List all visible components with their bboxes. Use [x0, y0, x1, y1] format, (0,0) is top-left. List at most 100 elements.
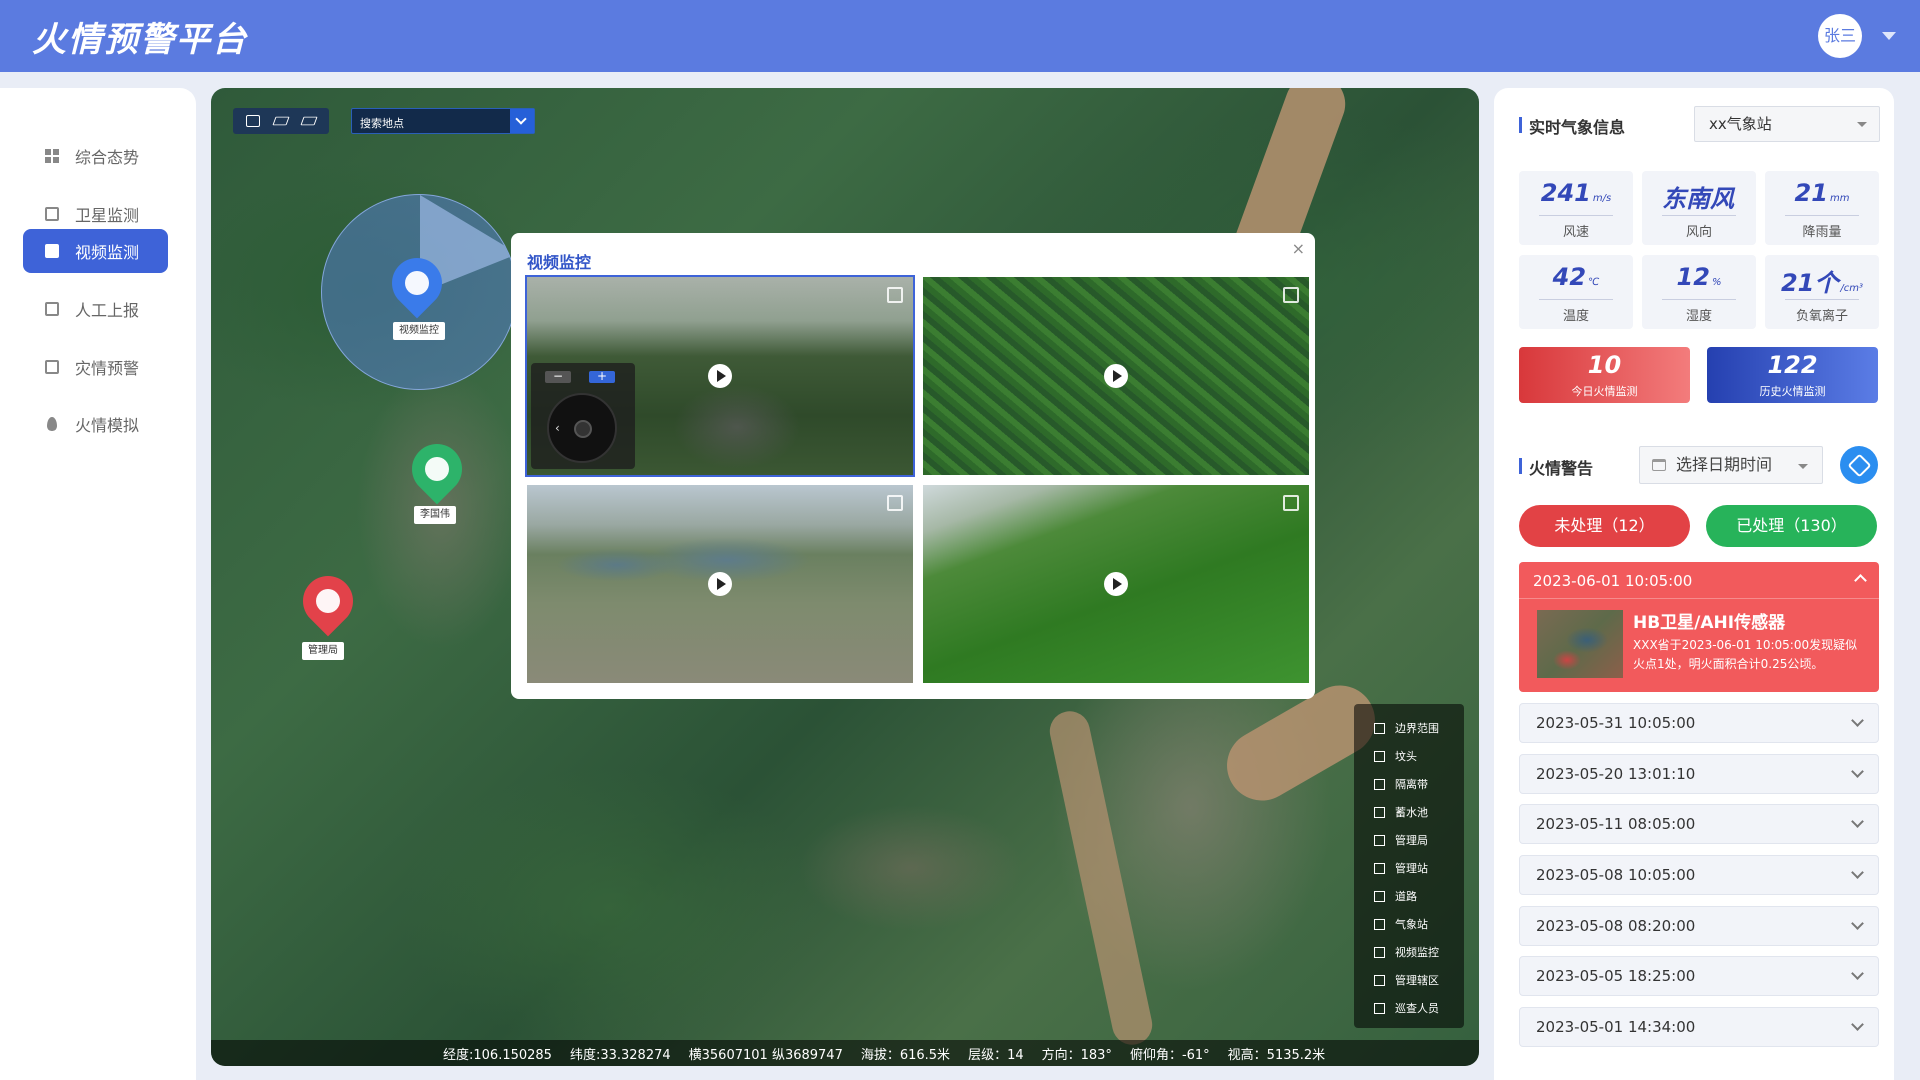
satellite-icon: [45, 207, 59, 221]
clear-filter-button[interactable]: [1840, 446, 1878, 484]
unprocessed-tab[interactable]: 未处理（12）: [1519, 505, 1690, 547]
image-icon[interactable]: [246, 115, 260, 127]
chevron-down-icon: [1851, 1018, 1864, 1031]
station-select-value: xx气象站: [1709, 115, 1772, 133]
chevron-down-icon: [1851, 917, 1864, 930]
search-input[interactable]: 搜索地点: [351, 108, 535, 134]
map-status-bar: 经度:106.150285 纬度:33.328274 横35607101 纵36…: [211, 1040, 1479, 1066]
checkbox[interactable]: [1374, 918, 1385, 930]
alert-item[interactable]: 2023-05-08 08:20:00: [1519, 906, 1879, 946]
chevron-down-icon: [1851, 967, 1864, 980]
zoom-in-button[interactable]: +: [589, 370, 615, 383]
fullscreen-icon[interactable]: [887, 495, 903, 511]
video-icon: [45, 244, 59, 258]
alert-item[interactable]: 2023-05-31 10:05:00: [1519, 703, 1879, 743]
chevron-up-icon[interactable]: [1854, 574, 1867, 587]
checkbox[interactable]: [1374, 778, 1385, 790]
station-select[interactable]: xx气象站: [1694, 106, 1880, 142]
checkbox[interactable]: [1374, 722, 1385, 734]
alert-item[interactable]: 2023-05-08 10:05:00: [1519, 855, 1879, 895]
sidebar-item-video[interactable]: 视频监测: [23, 229, 168, 273]
marker-admin-bureau[interactable]: [292, 565, 364, 637]
status-sight-height: 视高：5135.2米: [1227, 1047, 1326, 1063]
camera-feed-1[interactable]: − + ‹: [525, 275, 915, 477]
zoom-out-button[interactable]: −: [545, 370, 571, 383]
play-icon[interactable]: [708, 364, 732, 388]
fullscreen-icon[interactable]: [1283, 495, 1299, 511]
map-toolbar: [233, 108, 329, 134]
metric-wind-direction: 东南风 风向: [1642, 171, 1756, 245]
stack-icon[interactable]: [300, 116, 318, 126]
legend-item[interactable]: 管理辖区: [1354, 966, 1464, 994]
alert-item[interactable]: 2023-05-01 14:34:00: [1519, 1007, 1879, 1047]
app-header: 火情预警平台 张三: [0, 0, 1920, 72]
legend-item[interactable]: 坟头: [1354, 742, 1464, 770]
camera-feed-3[interactable]: [527, 485, 913, 683]
metric-negative-ions: 21个/cm³ 负氧离子: [1765, 255, 1879, 329]
marker-label: 视频监控: [393, 322, 445, 340]
play-icon[interactable]: [708, 572, 732, 596]
alert-item[interactable]: 2023-05-11 08:05:00: [1519, 804, 1879, 844]
legend-item[interactable]: 巡查人员: [1354, 994, 1464, 1022]
legend-item[interactable]: 管理局: [1354, 826, 1464, 854]
checkbox[interactable]: [1374, 834, 1385, 846]
status-pitch: 俯仰角：-61°: [1129, 1047, 1210, 1063]
play-icon[interactable]: [1104, 572, 1128, 596]
sidebar-item-disaster-warning[interactable]: 灾情预警: [23, 345, 168, 389]
metric-humidity: 12% 湿度: [1642, 255, 1756, 329]
play-icon[interactable]: [1104, 364, 1128, 388]
fullscreen-icon[interactable]: [887, 287, 903, 303]
chevron-down-icon[interactable]: [510, 109, 534, 133]
camera-feed-4[interactable]: [923, 485, 1309, 683]
report-icon: [45, 302, 59, 316]
date-time-picker[interactable]: 选择日期时间: [1639, 446, 1823, 484]
chevron-left-icon[interactable]: ‹: [555, 421, 560, 435]
alert-item[interactable]: 2023-05-20 13:01:10: [1519, 754, 1879, 794]
layers-icon[interactable]: [272, 116, 290, 126]
map-view[interactable]: 搜索地点 视频监控 李国伟 管理局 视频监控 × − + ‹ 边界范围 坟头 隔…: [211, 88, 1479, 1066]
fullscreen-icon[interactable]: [1283, 287, 1299, 303]
legend-item[interactable]: 隔离带: [1354, 770, 1464, 798]
today-fire-count-card[interactable]: 10 今日火情监测: [1519, 347, 1690, 403]
sidebar-item-fire-simulation[interactable]: 火情模拟: [23, 402, 168, 446]
checkbox[interactable]: [1374, 1002, 1385, 1014]
camera-feed-2[interactable]: [923, 277, 1309, 475]
weather-section-title: 实时气象信息: [1519, 114, 1625, 138]
legend-item[interactable]: 管理站: [1354, 854, 1464, 882]
marker-label: 管理局: [302, 642, 344, 660]
joystick-center[interactable]: [574, 420, 592, 438]
alert-item[interactable]: 2023-05-05 18:25:00: [1519, 956, 1879, 996]
history-fire-count-card[interactable]: 122 历史火情监测: [1707, 347, 1878, 403]
alert-time: 2023-06-01 10:05:00: [1533, 572, 1693, 590]
ptz-joystick[interactable]: ‹: [547, 393, 617, 463]
sidebar-item-label: 灾情预警: [75, 359, 140, 378]
checkbox[interactable]: [1374, 862, 1385, 874]
close-icon[interactable]: ×: [1292, 239, 1305, 258]
legend-item[interactable]: 蓄水池: [1354, 798, 1464, 826]
sidebar: 综合态势 卫星监测 视频监测 人工上报 灾情预警 火情模拟: [0, 88, 196, 1080]
checkbox[interactable]: [1374, 946, 1385, 958]
processed-tab[interactable]: 已处理（130）: [1706, 505, 1877, 547]
sidebar-item-manual-report[interactable]: 人工上报: [23, 287, 168, 331]
satellite-thumbnail[interactable]: [1537, 610, 1623, 678]
sidebar-item-overview[interactable]: 综合态势: [23, 134, 168, 178]
checkbox[interactable]: [1374, 806, 1385, 818]
alert-item-expanded[interactable]: 2023-06-01 10:05:00 HB卫星/AHI传感器 XXX省于202…: [1519, 562, 1879, 692]
chevron-down-icon[interactable]: [1882, 32, 1896, 40]
legend-item[interactable]: 边界范围: [1354, 714, 1464, 742]
marker-inspector[interactable]: [401, 433, 473, 505]
sidebar-item-label: 人工上报: [75, 301, 140, 320]
chevron-down-icon: [1798, 464, 1808, 469]
checkbox[interactable]: [1374, 890, 1385, 902]
checkbox[interactable]: [1374, 750, 1385, 762]
chevron-down-icon: [1851, 714, 1864, 727]
alert-description: XXX省于2023-06-01 10:05:00发现疑似火点1处，明火面积合计0…: [1633, 638, 1858, 671]
sidebar-item-label: 卫星监测: [75, 206, 140, 225]
user-avatar[interactable]: 张三: [1818, 14, 1862, 58]
marker-video-monitor[interactable]: [381, 247, 453, 319]
checkbox[interactable]: [1374, 974, 1385, 986]
legend-item[interactable]: 气象站: [1354, 910, 1464, 938]
legend-item[interactable]: 视频监控: [1354, 938, 1464, 966]
legend-item[interactable]: 道路: [1354, 882, 1464, 910]
status-direction: 方向：183°: [1041, 1047, 1112, 1063]
